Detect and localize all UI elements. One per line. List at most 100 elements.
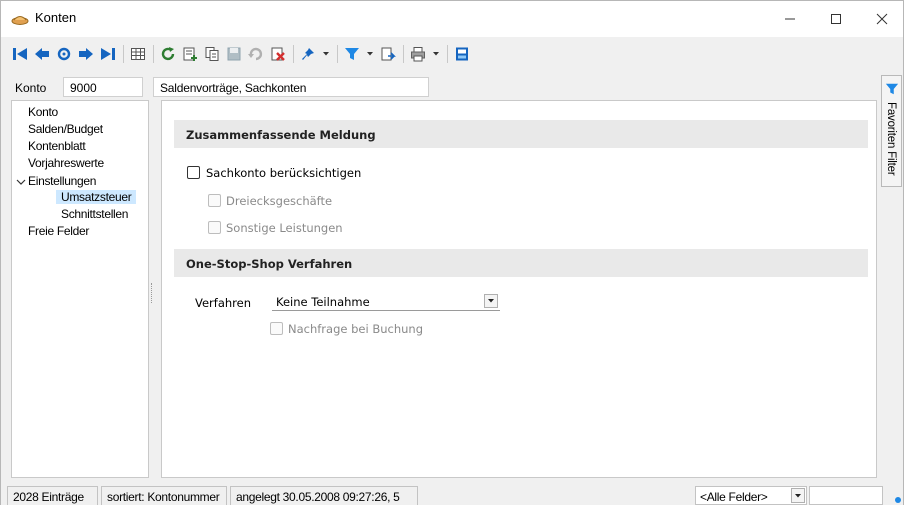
chevron-down-icon <box>367 52 373 56</box>
last-record-button[interactable] <box>99 45 117 63</box>
nachfrage-checkbox[interactable] <box>270 322 283 335</box>
konto-input[interactable]: 9000 <box>63 77 143 97</box>
tree-item-freie-felder[interactable]: Freie Felder <box>28 224 89 238</box>
chevron-down-icon <box>433 52 439 56</box>
section-header-zm: Zusammenfassende Meldung <box>174 120 868 148</box>
export-icon <box>381 47 396 61</box>
status-bar: 2028 Einträge sortiert: Kontonummer ange… <box>1 483 903 505</box>
first-record-button[interactable] <box>11 45 29 63</box>
tree-item-kontenblatt[interactable]: Kontenblatt <box>28 139 86 153</box>
chevron-down-icon[interactable] <box>16 177 26 187</box>
app-icon <box>11 16 29 25</box>
tree-item-einstellungen[interactable]: Einstellungen <box>28 174 96 188</box>
nachfrage-checkbox-label: Nachfrage bei Buchung <box>288 322 424 336</box>
tree-item-schnittstellen[interactable]: Schnittstellen <box>61 207 128 221</box>
search-record-button[interactable] <box>55 45 73 63</box>
toolbar <box>1 37 903 71</box>
copy-record-button[interactable] <box>203 45 221 63</box>
minimize-icon <box>785 18 795 20</box>
dreiecks-checkbox-label: Dreiecksgeschäfte <box>226 194 333 208</box>
toolbar-separator <box>403 45 404 63</box>
section-header-oss: One-Stop-Shop Verfahren <box>174 249 868 277</box>
title-bar: Konten <box>1 1 903 37</box>
close-icon <box>876 13 888 25</box>
save-button[interactable] <box>225 45 243 63</box>
refresh-icon <box>161 47 175 61</box>
created-info: angelegt 30.05.2008 09:27:26, 5 <box>230 486 418 505</box>
verfahren-label: Verfahren <box>195 296 252 310</box>
print-icon <box>411 47 425 62</box>
next-record-icon <box>79 48 93 60</box>
print-button[interactable] <box>409 45 427 63</box>
undo-button[interactable] <box>247 45 265 63</box>
field-filter-dropdown-button[interactable] <box>791 488 805 503</box>
close-button[interactable] <box>859 1 904 37</box>
resize-grip-icon[interactable] <box>889 491 901 503</box>
filter-icon <box>885 83 899 95</box>
sachkonto-checkbox[interactable] <box>187 166 200 179</box>
field-filter-select[interactable]: <Alle Felder> <box>695 486 807 505</box>
toolbar-separator <box>123 45 124 63</box>
verfahren-select[interactable]: Keine Teilnahme <box>272 293 500 311</box>
first-record-icon <box>13 48 27 60</box>
tree-item-konto[interactable]: Konto <box>28 105 58 119</box>
settings-panel: Zusammenfassende Meldung Sachkonto berüc… <box>161 100 877 478</box>
tree-item-umsatzsteuer[interactable]: Umsatzsteuer <box>56 190 137 204</box>
save-icon <box>227 47 241 61</box>
previous-record-icon <box>35 48 49 60</box>
last-record-icon <box>101 48 115 60</box>
sonstige-checkbox-label: Sonstige Leistungen <box>226 221 343 235</box>
chevron-down-icon <box>323 52 329 56</box>
toolbar-separator <box>447 45 448 63</box>
created-timestamp: angelegt 30.05.2008 09:27:26, <box>236 490 391 504</box>
maximize-button[interactable] <box>813 1 859 37</box>
delete-button[interactable] <box>269 45 287 63</box>
pin-dropdown[interactable] <box>321 45 331 63</box>
search-record-icon <box>57 47 71 61</box>
table-view-button[interactable] <box>129 45 147 63</box>
splitter-handle[interactable] <box>151 283 154 303</box>
navigation-tree: Konto Salden/Budget Kontenblatt Vorjahre… <box>11 100 149 478</box>
filter-button[interactable] <box>343 45 361 63</box>
pin-icon <box>302 48 314 60</box>
sachkonto-checkbox-label[interactable]: Sachkonto berücksichtigen <box>206 166 361 180</box>
chevron-down-icon <box>795 493 801 497</box>
delete-icon <box>271 47 285 61</box>
print-dropdown[interactable] <box>431 45 441 63</box>
konten-window: Konten Konto 9000 Saldenvorträge, Sachko… <box>0 0 904 505</box>
sort-order: sortiert: Kontonummer <box>101 486 227 505</box>
tree-item-salden-budget[interactable]: Salden/Budget <box>28 122 103 136</box>
pin-button[interactable] <box>299 45 317 63</box>
window-title: Konten <box>35 10 77 25</box>
new-record-icon <box>183 47 197 61</box>
sonstige-checkbox[interactable] <box>208 221 221 234</box>
quick-search-input[interactable] <box>809 486 883 505</box>
minimize-button[interactable] <box>767 1 813 37</box>
new-record-button[interactable] <box>181 45 199 63</box>
created-suffix: 5 <box>393 490 400 504</box>
layout-button[interactable] <box>453 45 471 63</box>
toolbar-separator <box>153 45 154 63</box>
konto-description: Saldenvorträge, Sachkonten <box>153 77 429 97</box>
previous-record-button[interactable] <box>33 45 51 63</box>
undo-icon <box>248 47 263 61</box>
favorites-filter-tab[interactable]: Favoriten Filter <box>881 75 902 187</box>
table-view-icon <box>131 48 145 60</box>
konto-label: Konto <box>15 81 47 95</box>
tree-item-vorjahreswerte[interactable]: Vorjahreswerte <box>28 156 104 170</box>
copy-record-icon <box>205 47 219 61</box>
refresh-button[interactable] <box>159 45 177 63</box>
verfahren-value: Keine Teilnahme <box>276 295 370 309</box>
chevron-down-icon <box>488 299 494 303</box>
record-count: 2028 Einträge <box>7 486 98 505</box>
export-button[interactable] <box>379 45 397 63</box>
favorites-filter-label: Favoriten Filter <box>885 102 897 176</box>
verfahren-dropdown-button[interactable] <box>484 294 498 308</box>
layout-icon <box>456 47 468 61</box>
maximize-icon <box>831 14 841 24</box>
next-record-button[interactable] <box>77 45 95 63</box>
dreiecks-checkbox[interactable] <box>208 194 221 207</box>
filter-dropdown[interactable] <box>365 45 375 63</box>
toolbar-separator <box>293 45 294 63</box>
field-filter-value: <Alle Felder> <box>700 490 768 504</box>
